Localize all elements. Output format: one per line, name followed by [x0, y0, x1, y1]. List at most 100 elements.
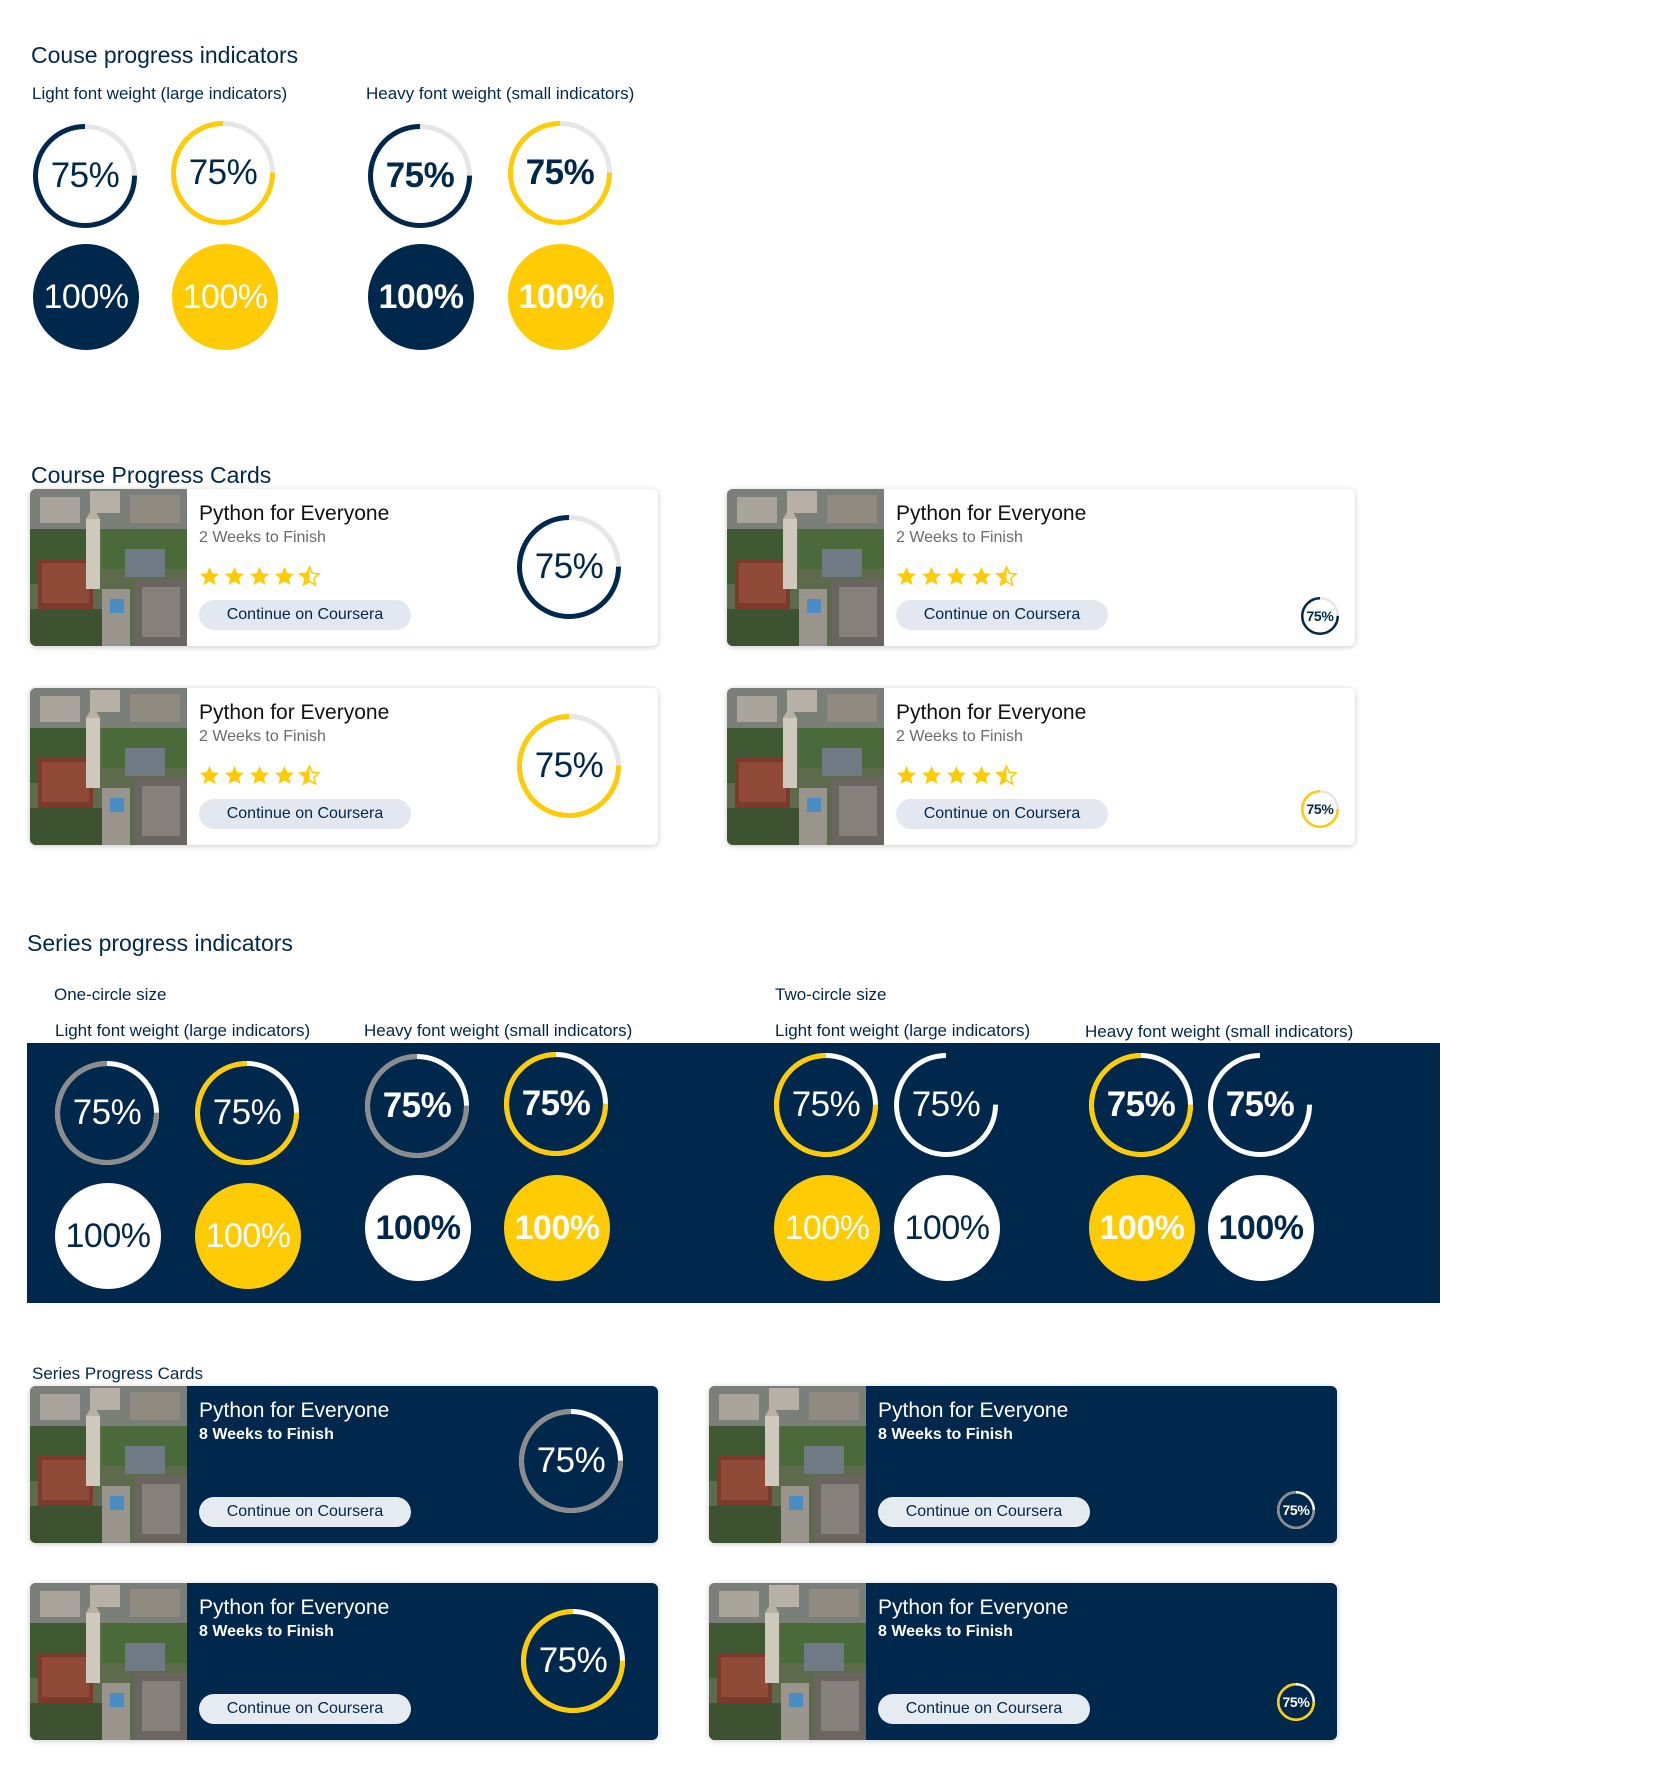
star-icon — [946, 765, 967, 785]
series-complete-white-heavy: 100% — [365, 1175, 471, 1281]
campus-thumbnail — [30, 1583, 187, 1740]
course-title: Python for Everyone — [896, 701, 1087, 724]
star-icon — [249, 566, 270, 586]
series-progress-card[interactable]: Python for Everyone 8 Weeks to Finish Co… — [709, 1583, 1337, 1740]
star-icon — [946, 566, 967, 586]
two-circle-label: Two-circle size — [775, 985, 887, 1004]
series-two-light-label: Light font weight (large indicators) — [775, 1021, 1031, 1040]
course-title: Python for Everyone — [199, 1596, 390, 1619]
complete-circle-gold-light: 100% — [172, 244, 278, 350]
half-star-icon — [995, 764, 1018, 786]
campus-thumbnail — [709, 1386, 866, 1543]
time-remaining: 8 Weeks to Finish — [199, 1426, 334, 1443]
continue-button[interactable]: Continue on Coursera — [878, 1694, 1090, 1724]
card-progress-ring-small: 75% — [1300, 789, 1340, 829]
course-title: Python for Everyone — [199, 502, 390, 525]
course-title: Python for Everyone — [896, 502, 1087, 525]
star-rating — [198, 565, 321, 588]
series-two-complete-white-light: 100% — [894, 1175, 1000, 1281]
card-progress-ring: 75% — [516, 514, 622, 620]
series-two-ring-white-heavy: 75% — [1207, 1052, 1313, 1158]
card-progress-ring-small: 75% — [1276, 1682, 1316, 1722]
series-cards-title: Series Progress Cards — [32, 1364, 204, 1383]
time-remaining: 8 Weeks to Finish — [199, 1623, 334, 1640]
series-ring-gold-light: 75% — [194, 1060, 300, 1166]
series-progress-card[interactable]: Python for Everyone 8 Weeks to Finish Co… — [30, 1583, 658, 1740]
continue-button[interactable]: Continue on Coursera — [199, 1497, 411, 1527]
series-two-ring-gold-light: 75% — [773, 1052, 879, 1158]
continue-button[interactable]: Continue on Coursera — [896, 600, 1108, 630]
continue-button[interactable]: Continue on Coursera — [199, 1694, 411, 1724]
star-rating — [895, 565, 1018, 588]
series-ring-gray-light: 75% — [54, 1060, 160, 1166]
half-star-icon — [298, 565, 321, 587]
one-circle-label: One-circle size — [54, 985, 167, 1004]
star-icon — [249, 765, 270, 785]
series-progress-card[interactable]: Python for Everyone 8 Weeks to Finish Co… — [709, 1386, 1337, 1543]
continue-button[interactable]: Continue on Coursera — [878, 1497, 1090, 1527]
star-icon — [224, 765, 245, 785]
complete-circle-navy-heavy: 100% — [368, 244, 474, 350]
time-remaining: 2 Weeks to Finish — [896, 728, 1023, 745]
star-icon — [971, 566, 992, 586]
course-title: Python for Everyone — [878, 1596, 1069, 1619]
star-icon — [896, 566, 917, 586]
star-rating — [895, 764, 1018, 787]
series-heavy-label: Heavy font weight (small indicators) — [364, 1021, 633, 1040]
course-progress-card[interactable]: Python for Everyone 2 Weeks to Finish Co… — [727, 688, 1355, 845]
course-title: Python for Everyone — [199, 701, 390, 724]
series-two-ring-gold-heavy: 75% — [1088, 1052, 1194, 1158]
star-icon — [199, 765, 220, 785]
card-progress-ring: 75% — [516, 713, 622, 819]
card-progress-ring-small: 75% — [1276, 1490, 1316, 1530]
progress-ring-gold-light: 75% — [170, 120, 276, 226]
time-remaining: 8 Weeks to Finish — [878, 1426, 1013, 1443]
campus-aerial-image — [709, 1583, 866, 1740]
campus-thumbnail — [709, 1583, 866, 1740]
complete-circle-gold-heavy: 100% — [508, 244, 614, 350]
series-progress-card[interactable]: Python for Everyone 8 Weeks to Finish Co… — [30, 1386, 658, 1543]
progress-ring-navy-light: 75% — [32, 123, 138, 229]
course-progress-card[interactable]: Python for Everyone 2 Weeks to Finish Co… — [30, 489, 658, 646]
campus-aerial-image — [30, 1386, 187, 1543]
campus-aerial-image — [727, 688, 884, 845]
series-indicators-title: Series progress indicators — [27, 930, 293, 956]
campus-thumbnail — [727, 688, 884, 845]
star-icon — [921, 566, 942, 586]
star-rating — [198, 764, 321, 787]
campus-aerial-image — [709, 1386, 866, 1543]
continue-button[interactable]: Continue on Coursera — [199, 799, 411, 829]
half-star-icon — [298, 764, 321, 786]
campus-thumbnail — [30, 1386, 187, 1543]
time-remaining: 8 Weeks to Finish — [878, 1623, 1013, 1640]
complete-circle-navy-light: 100% — [33, 244, 139, 350]
series-two-complete-gold-heavy: 100% — [1089, 1175, 1195, 1281]
series-complete-white-light: 100% — [55, 1183, 161, 1289]
star-icon — [224, 566, 245, 586]
series-complete-gold-light: 100% — [195, 1183, 301, 1289]
series-two-complete-gold-light: 100% — [774, 1175, 880, 1281]
star-icon — [896, 765, 917, 785]
campus-aerial-image — [727, 489, 884, 646]
campus-thumbnail — [30, 688, 187, 845]
time-remaining: 2 Weeks to Finish — [199, 529, 326, 546]
continue-button[interactable]: Continue on Coursera — [896, 799, 1108, 829]
course-progress-card[interactable]: Python for Everyone 2 Weeks to Finish Co… — [727, 489, 1355, 646]
course-light-label: Light font weight (large indicators) — [32, 84, 288, 103]
series-ring-gold-heavy: 75% — [503, 1051, 609, 1157]
course-title: Python for Everyone — [199, 1399, 390, 1422]
star-icon — [274, 566, 295, 586]
campus-thumbnail — [30, 489, 187, 646]
course-progress-card[interactable]: Python for Everyone 2 Weeks to Finish Co… — [30, 688, 658, 845]
time-remaining: 2 Weeks to Finish — [199, 728, 326, 745]
star-icon — [274, 765, 295, 785]
continue-button[interactable]: Continue on Coursera — [199, 600, 411, 630]
campus-aerial-image — [30, 1583, 187, 1740]
course-heavy-label: Heavy font weight (small indicators) — [366, 84, 635, 103]
progress-ring-gold-heavy: 75% — [507, 120, 613, 226]
series-two-ring-white-light: 75% — [893, 1052, 999, 1158]
star-icon — [971, 765, 992, 785]
series-light-label: Light font weight (large indicators) — [55, 1021, 311, 1040]
time-remaining: 2 Weeks to Finish — [896, 529, 1023, 546]
series-ring-gray-heavy: 75% — [364, 1053, 470, 1159]
